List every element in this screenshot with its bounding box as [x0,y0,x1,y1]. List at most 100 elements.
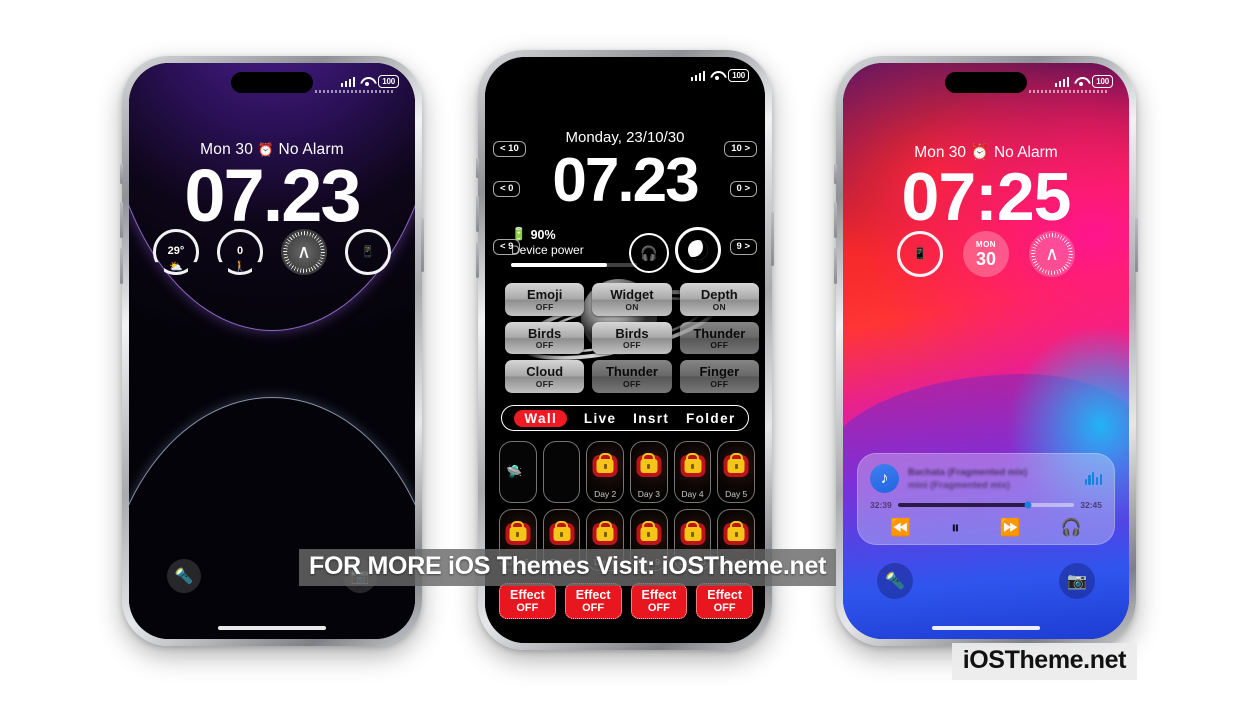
compass-widget[interactable]: ∧ [281,229,327,275]
music-player-widget[interactable]: ♪ Bachata (Fragmented mix) mini (Fragmen… [857,453,1115,545]
sun-cloud-icon: ⛅ [169,261,183,273]
phone2-status-bar: 100 [690,69,749,82]
effect-state: OFF [713,602,736,614]
toggle-birds-center[interactable]: Birds OFF [592,321,672,355]
phone3-home-indicator[interactable] [932,626,1040,630]
phone3-volume-up[interactable] [834,202,837,238]
phone2-mute-switch[interactable] [476,158,479,178]
player-scrubber[interactable]: 32:39 32:45 [870,500,1102,510]
effect-button-4[interactable]: Effect OFF [696,582,753,619]
steps-widget[interactable]: 0 🚶 [217,229,263,275]
effect-label: Effect [575,587,611,602]
day-cell[interactable]: Day 3 [630,441,668,503]
lock-icon [640,527,658,541]
phone2-volume-down[interactable] [476,242,479,278]
weather-widget[interactable]: 29° ⛅ [153,229,199,275]
day-label: Day 3 [637,489,660,499]
tab-live[interactable]: Live [584,411,617,426]
phone-battery-icon: 📱 [361,245,375,258]
stepper-left-3[interactable]: < 9 [493,239,521,256]
phone2-power-button[interactable] [771,212,774,266]
phone3-power-button[interactable] [1135,218,1138,272]
effect-button-3[interactable]: Effect OFF [630,582,688,619]
forward-button[interactable]: ⏩ [1000,519,1021,536]
compass-widget[interactable]: ∧ [1029,231,1075,277]
lock-icon [727,527,745,541]
day-label: Day 2 [594,489,617,499]
stepper-left-2[interactable]: < 0 [493,181,521,198]
walking-person-icon: 🚶 [233,261,247,273]
airpods-circle[interactable]: 🎧 [629,233,669,273]
stepper-left-1[interactable]: < 10 [493,141,526,158]
phone3-widget-row: 📱 MON 30 ∧ [843,231,1129,277]
elapsed-time: 32:39 [870,500,892,510]
ring-circle[interactable] [675,227,721,273]
track-subtitle: mini (Fragmented mix) [908,479,1010,491]
toggle-emoji[interactable]: Emoji OFF [505,283,585,316]
phone2-volume-up[interactable] [476,196,479,232]
lock-icon [640,459,658,473]
camera-icon[interactable]: 📷 [1059,563,1095,599]
effect-label: Effect [641,587,677,602]
effect-button-1[interactable]: Effect OFF [499,582,556,619]
calendar-weekday: MON [975,239,997,249]
phone2-clock: 07.23 [552,146,699,215]
toggle-thunder-right[interactable]: Thunder OFF [679,321,759,355]
stepper-right-1[interactable]: 10 > [724,141,757,158]
phone1-volume-up[interactable] [120,202,123,238]
progress-track[interactable] [897,501,1075,509]
toggle-widget[interactable]: Widget ON [592,283,672,316]
day-cell[interactable]: 🛸 [499,441,537,503]
day-cell[interactable]: Day 5 [717,441,756,503]
tab-wall[interactable]: Wall [514,409,568,427]
phone2-date: Monday, 23/10/30 [565,129,685,146]
phone1-clock: 07.23 [184,154,361,237]
toggle-state: OFF [710,340,729,351]
toggle-thunder-center[interactable]: Thunder OFF [592,360,672,393]
calendar-widget[interactable]: MON 30 [963,231,1009,277]
device-power-widget: 🔋 90% Device power [511,227,637,267]
phone1-widget-row: 29° ⛅ 0 🚶 ∧ 📱 [129,229,415,275]
phone2-toggle-grid: Emoji OFF Widget ON Depth ON Birds OFF B… [505,283,759,393]
steps-count: 0 [236,244,244,257]
effect-state: OFF [647,602,670,614]
phone3-mute-switch[interactable] [834,164,837,184]
phone1-mute-switch[interactable] [120,164,123,184]
phone2-dynamic-island [584,66,666,87]
toggle-finger[interactable]: Finger OFF [679,360,759,393]
phone1-dynamic-island [231,72,313,93]
weather-temperature: 29° [167,244,185,257]
battery-widget[interactable]: 📱 [345,229,391,275]
phone1-status-bar: 100 [340,75,399,88]
lock-icon [596,527,614,541]
device-power-row: 🔋 90% [511,227,637,242]
stepper-right-3[interactable]: 9 > [729,239,757,256]
phone1-power-button[interactable] [421,218,424,272]
phone3-volume-down[interactable] [834,248,837,284]
day-cell[interactable]: Day 4 [673,441,712,503]
day-cell[interactable]: Day 2 [586,441,625,503]
stepper-right-2[interactable]: 0 > [729,181,757,198]
battery-indicator: 100 [378,75,399,88]
phone1-home-indicator[interactable] [218,626,326,630]
toggle-state: OFF [535,378,554,389]
rewind-button[interactable]: ⏪ [890,519,911,536]
phone1-volume-down[interactable] [120,248,123,284]
toggle-cloud[interactable]: Cloud OFF [505,360,585,393]
battery-widget[interactable]: 📱 [897,231,943,277]
tab-folder[interactable]: Folder [686,411,736,426]
progress-knob[interactable] [1024,501,1032,509]
airpods-icon[interactable]: 🎧 [1061,519,1082,536]
phone-3-device: 100 Mon 30 ⏰ No Alarm 07:25 📱 MON 30 ∧ ♪… [834,56,1138,646]
toggle-label: Widget [610,287,654,302]
tab-insrt[interactable]: Insrt [633,411,669,426]
flashlight-icon[interactable]: 🔦 [167,559,201,593]
day-cell[interactable] [542,441,581,503]
ufo-icon: 🛸 [506,464,523,479]
flashlight-icon[interactable]: 🔦 [877,563,913,599]
effect-button-2[interactable]: Effect OFF [564,582,622,619]
pause-button[interactable]: ⏸ [951,519,960,536]
player-header: ♪ Bachata (Fragmented mix) mini (Fragmen… [870,464,1102,493]
toggle-depth[interactable]: Depth ON [679,283,759,316]
toggle-birds-left[interactable]: Birds OFF [505,321,585,355]
